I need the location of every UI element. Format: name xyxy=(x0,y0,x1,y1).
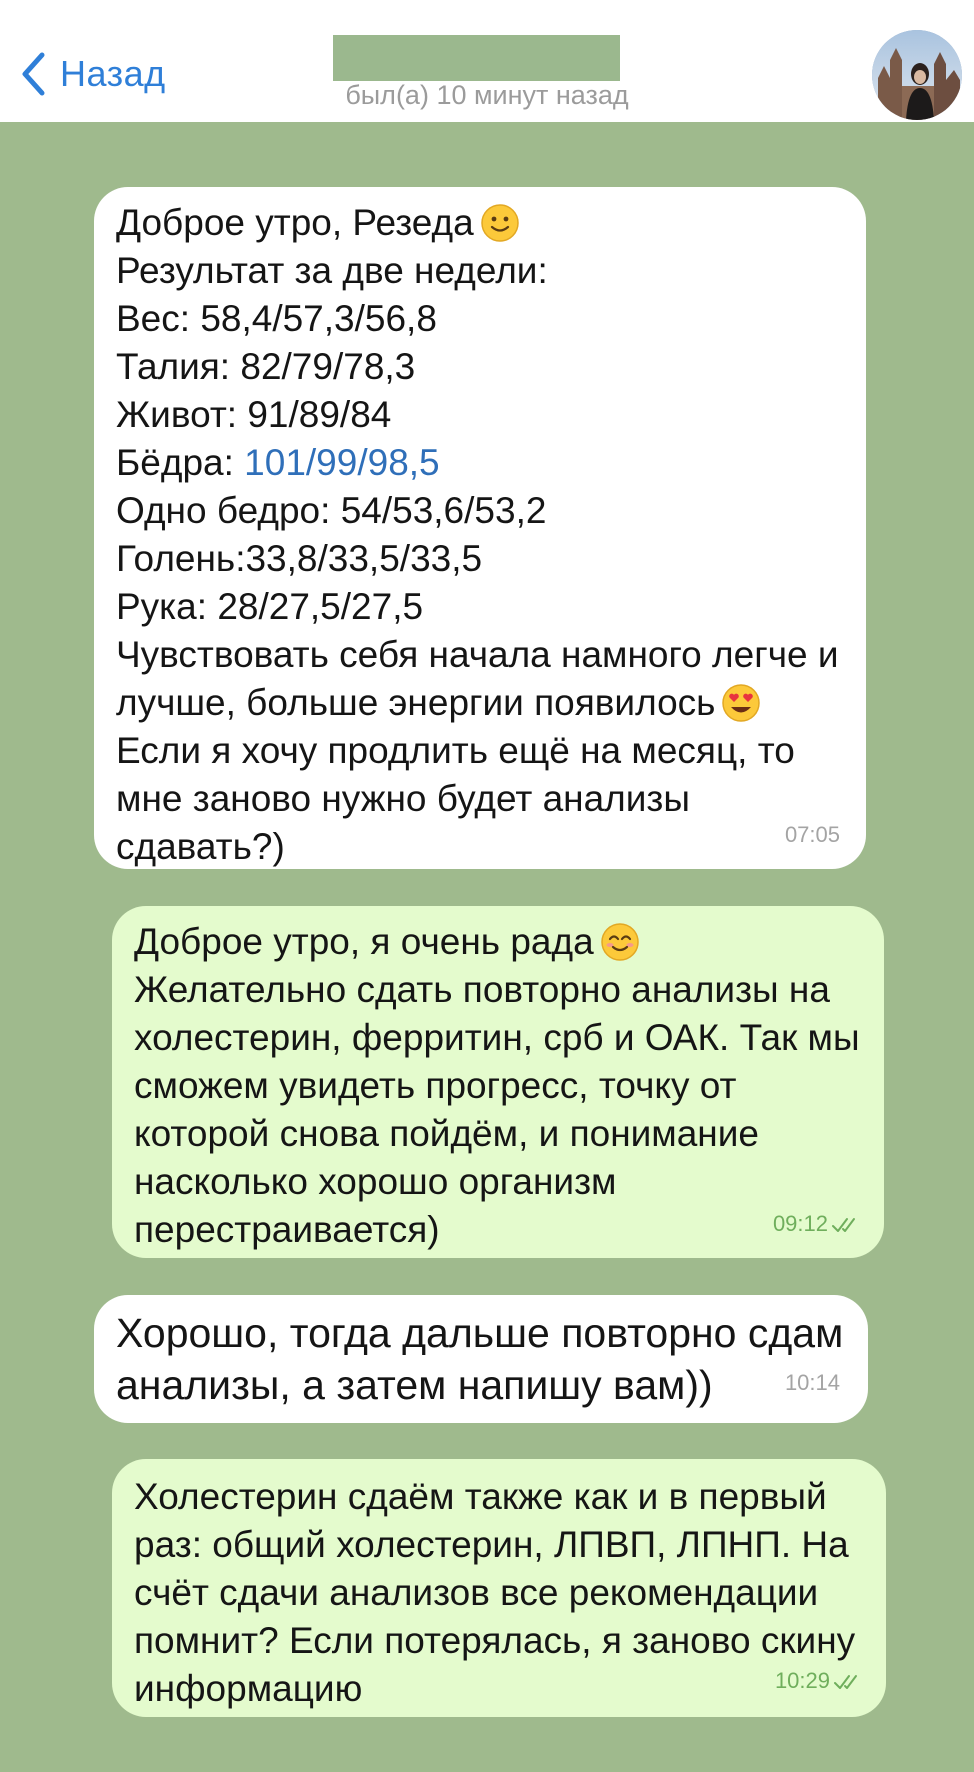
message-bubble-incoming[interactable]: Доброе утро, Резеда Результат за две нед… xyxy=(94,187,866,869)
message-line: сдавать?) xyxy=(116,826,285,867)
message-line: Голень:33,8/33,5/33,5 xyxy=(116,538,483,579)
message-line: Доброе утро, Резеда xyxy=(116,199,840,247)
message-line: которой снова пойдём, и понимание xyxy=(134,1113,759,1154)
message-line: анализы, а затем напишу вам)) xyxy=(116,1362,713,1408)
message-line: перестраивается) xyxy=(134,1209,440,1250)
avatar[interactable] xyxy=(872,30,962,120)
message-time: 07:05 xyxy=(784,822,840,847)
message-line: насколько хорошо организм xyxy=(134,1161,617,1202)
message-line: счёт сдачи анализов все рекомендации xyxy=(134,1572,819,1613)
heart-eyes-emoji xyxy=(722,684,761,722)
message-bubble-outgoing[interactable]: Доброе утро, я очень рада Желательно сда… xyxy=(112,906,884,1258)
message-line: лучше, больше энергии появилось xyxy=(116,679,840,727)
detected-link[interactable]: 101/99/98,5 xyxy=(244,442,439,483)
message-time: 10:29 xyxy=(775,1657,862,1705)
message-line: Рука: 28/27,5/27,5 xyxy=(116,586,424,627)
message-line: Талия: 82/79/78,3 xyxy=(116,346,416,387)
message-line: Холестерин сдаём также как и в первый xyxy=(134,1476,827,1517)
message-bubble-outgoing[interactable]: Холестерин сдаём также как и в первый ра… xyxy=(112,1459,886,1717)
last-seen-status: был(а) 10 минут назад xyxy=(345,80,629,110)
message-time: 09:12 xyxy=(773,1200,860,1248)
slightly-smiling-face-emoji xyxy=(480,204,519,242)
chat-header: Назад был(а) 10 минут назад xyxy=(0,0,974,122)
message-line: помнит? Если потерялась, я заново скину xyxy=(134,1620,856,1661)
chat-area[interactable]: Доброе утро, Резеда Результат за две нед… xyxy=(0,122,974,1772)
message-line: Бёдра: 101/99/98,5 xyxy=(116,442,440,483)
message-time: 10:14 xyxy=(784,1370,840,1395)
message-line: Желательно сдать повторно анализы на xyxy=(134,969,830,1010)
message-line: информацию xyxy=(134,1668,363,1709)
message-line: Хорошо, тогда дальше повторно сдам xyxy=(116,1310,844,1356)
message-line: Вес: 58,4/57,3/56,8 xyxy=(116,298,437,339)
message-line: мне заново нужно будет анализы xyxy=(116,778,690,819)
message-bubble-incoming[interactable]: Хорошо, тогда дальше повторно сдам анали… xyxy=(94,1295,868,1423)
message-line: Если я хочу продлить ещё на месяц, то xyxy=(116,730,795,771)
message-line: Живот: 91/89/84 xyxy=(116,394,392,435)
message-line: Результат за две недели: xyxy=(116,250,548,291)
message-line: Чувствовать себя начала намного легче и xyxy=(116,634,839,675)
smiling-face-emoji xyxy=(600,923,639,961)
double-check-icon xyxy=(834,1675,857,1690)
message-line: Одно бедро: 54/53,6/53,2 xyxy=(116,490,547,531)
message-line: сможем увидеть прогресс, точку от xyxy=(134,1065,737,1106)
contact-name-redacted[interactable] xyxy=(333,35,620,81)
message-line: холестерин, ферритин, срб и ОАК. Так мы xyxy=(134,1017,860,1058)
message-line: раз: общий холестерин, ЛПВП, ЛПНП. На xyxy=(134,1524,849,1565)
message-line: Доброе утро, я очень рада xyxy=(134,918,860,966)
double-check-icon xyxy=(832,1218,855,1233)
